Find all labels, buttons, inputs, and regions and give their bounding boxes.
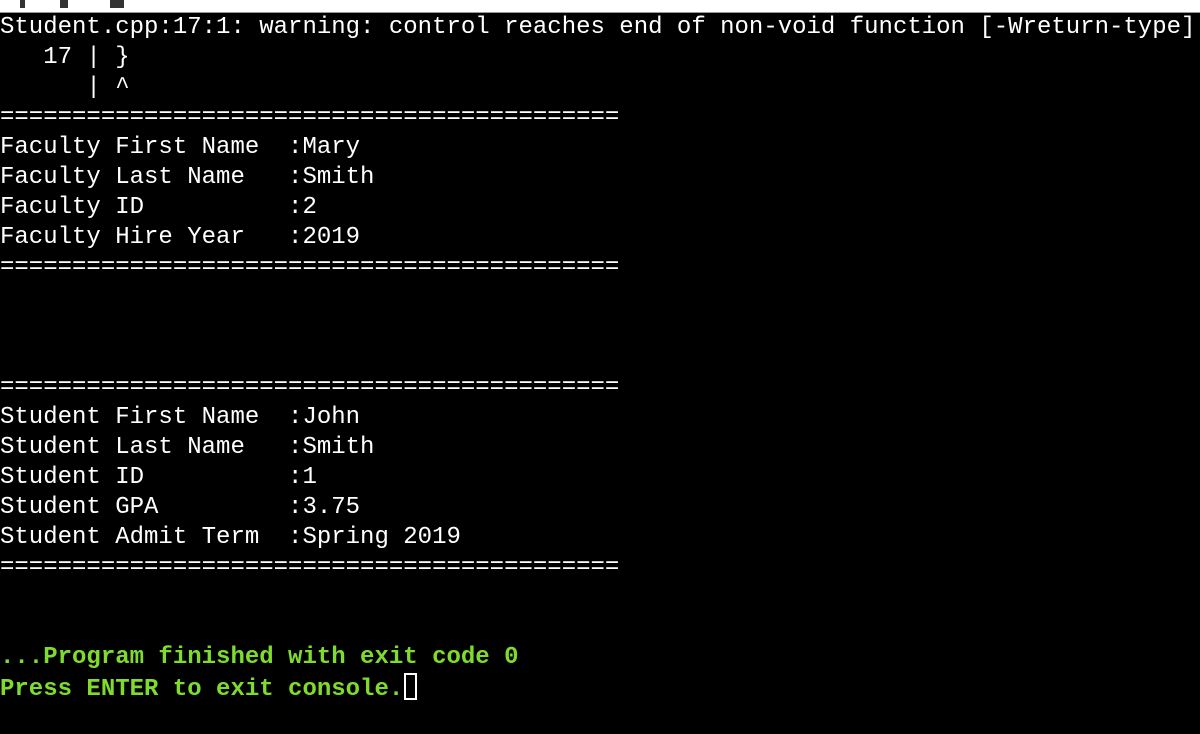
student-row: Student GPA :3.75: [0, 493, 1200, 523]
compiler-warning: Student.cpp:17:1: warning: control reach…: [0, 14, 1196, 41]
debug-icon[interactable]: [60, 0, 68, 8]
press-enter-text: Press ENTER to exit console.: [0, 676, 404, 703]
run-icon[interactable]: [110, 0, 124, 8]
field-value: :3.75: [288, 494, 361, 521]
student-row: Student First Name :John: [0, 403, 1200, 433]
field-label: Student ID: [0, 464, 289, 491]
field-label: Student Admit Term: [0, 524, 289, 551]
dropdown-icon[interactable]: [20, 0, 25, 8]
toolbar: [0, 0, 1200, 13]
field-label: Faculty First Name: [0, 134, 289, 161]
field-value: :1: [288, 464, 317, 491]
exit-status: ...Program finished with exit code 0: [0, 644, 519, 671]
faculty-row: Faculty ID :2: [0, 193, 1200, 223]
faculty-row: Faculty First Name :Mary: [0, 133, 1200, 163]
field-label: Faculty Hire Year: [0, 224, 289, 251]
source-line: 17 | }: [0, 44, 130, 71]
field-value: :Smith: [288, 434, 375, 461]
field-value: :Smith: [288, 164, 375, 191]
field-label: Student GPA: [0, 494, 289, 521]
field-value: :Mary: [288, 134, 361, 161]
separator: ========================================…: [0, 254, 620, 281]
student-row: Student Last Name :Smith: [0, 433, 1200, 463]
text-cursor[interactable]: [404, 673, 418, 700]
separator: ========================================…: [0, 374, 620, 401]
student-row: Student Admit Term :Spring 2019: [0, 523, 1200, 553]
field-label: Student Last Name: [0, 434, 289, 461]
field-value: :2: [288, 194, 317, 221]
field-value: :John: [288, 404, 361, 431]
separator: ========================================…: [0, 554, 620, 581]
student-row: Student ID :1: [0, 463, 1200, 493]
caret-line: | ^: [0, 74, 130, 101]
prompt-line: Press ENTER to exit console.: [0, 673, 1200, 703]
field-value: :2019: [288, 224, 361, 251]
field-label: Faculty Last Name: [0, 164, 289, 191]
faculty-row: Faculty Hire Year :2019: [0, 223, 1200, 253]
field-label: Faculty ID: [0, 194, 289, 221]
field-label: Student First Name: [0, 404, 289, 431]
field-value: :Spring 2019: [288, 524, 461, 551]
separator: ========================================…: [0, 104, 620, 131]
faculty-row: Faculty Last Name :Smith: [0, 163, 1200, 193]
console-output[interactable]: Student.cpp:17:1: warning: control reach…: [0, 13, 1200, 734]
